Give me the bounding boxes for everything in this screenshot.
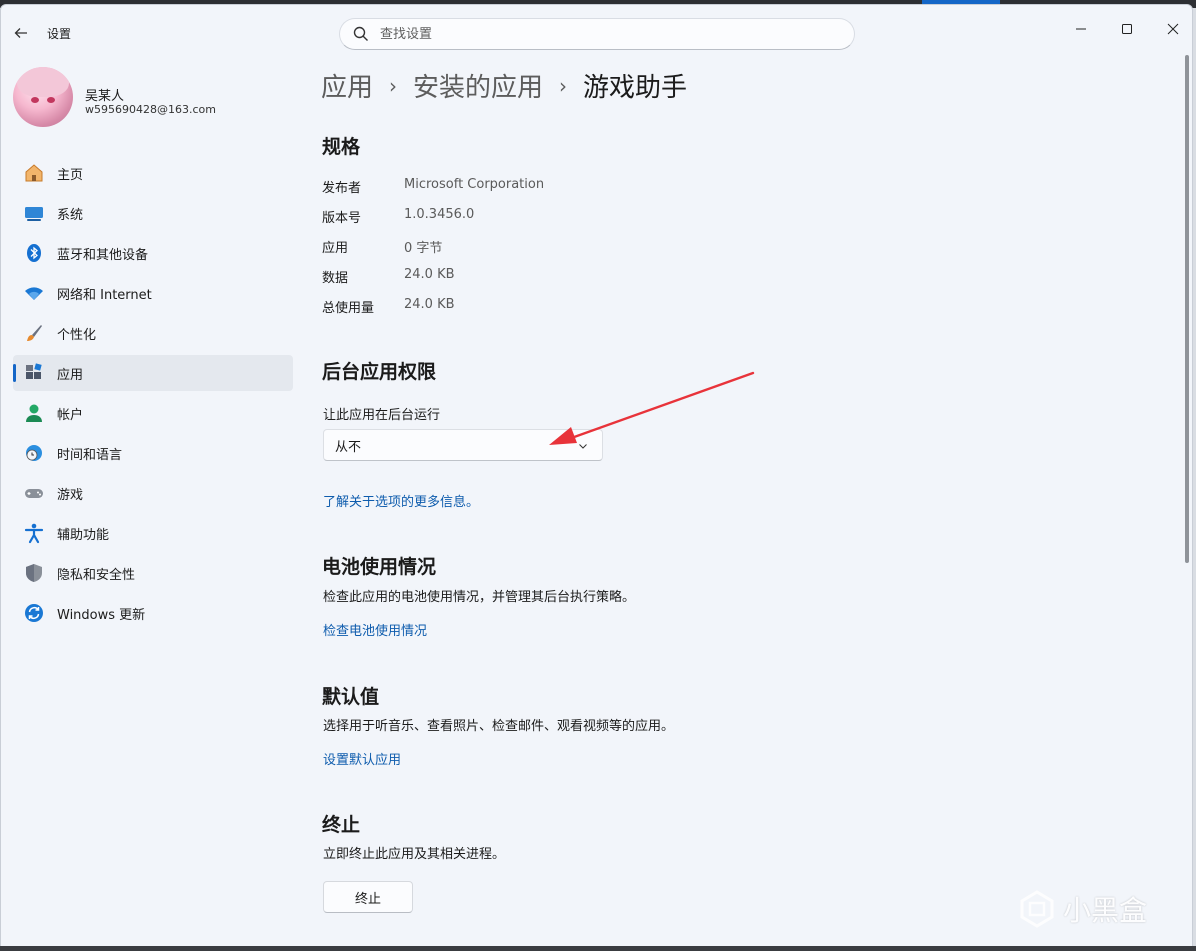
back-button[interactable]	[9, 21, 33, 45]
close-icon	[1167, 23, 1179, 35]
maximize-button[interactable]	[1104, 13, 1150, 45]
sidebar-item-label: Windows 更新	[57, 607, 146, 623]
clock-globe-icon	[23, 442, 45, 464]
chevron-down-icon	[579, 444, 587, 449]
breadcrumb-separator: ›	[559, 73, 568, 98]
breadcrumb-item-apps[interactable]: 应用	[321, 67, 373, 104]
page-title: 游戏助手	[583, 73, 688, 103]
back-arrow-icon	[14, 28, 27, 38]
update-icon	[23, 602, 45, 624]
brush-icon	[23, 322, 45, 344]
spec-row-data-size: 数据 24.0 KB	[322, 267, 455, 287]
gamepad-icon	[23, 482, 45, 504]
spec-row-version: 版本号 1.0.3456.0	[322, 207, 474, 227]
background-bottom-strip	[0, 946, 1196, 951]
bluetooth-icon	[23, 242, 45, 264]
sidebar-item-bluetooth[interactable]: 蓝牙和其他设备	[13, 235, 293, 271]
spec-key: 发布者	[322, 181, 362, 196]
maximize-icon	[1122, 24, 1132, 34]
search-icon	[353, 26, 368, 41]
scrollbar-thumb[interactable]	[1185, 55, 1189, 563]
settings-window: 设置 吴某人 w595690428@163.com 主页	[0, 4, 1193, 948]
user-name: 吴某人	[85, 89, 125, 104]
sidebar-item-label: 游戏	[57, 487, 84, 503]
sidebar-item-gaming[interactable]: 游戏	[13, 475, 293, 511]
sidebar-item-label: 系统	[57, 207, 84, 223]
background-run-label: 让此应用在后台运行	[323, 408, 441, 423]
watermark: 小黑盒	[1017, 889, 1147, 929]
set-default-apps-link[interactable]: 设置默认应用	[323, 749, 401, 768]
terminate-desc: 立即终止此应用及其相关进程。	[323, 847, 506, 862]
terminate-title: 终止	[322, 814, 361, 836]
battery-usage-title: 电池使用情况	[322, 556, 437, 578]
spec-key: 版本号	[322, 211, 362, 226]
system-icon	[23, 202, 45, 224]
shield-icon	[23, 562, 45, 584]
sidebar-item-network[interactable]: 网络和 Internet	[13, 275, 293, 311]
spec-key: 应用	[322, 241, 349, 256]
avatar[interactable]	[13, 67, 73, 127]
account-icon	[23, 402, 45, 424]
spec-key: 数据	[322, 271, 349, 286]
sidebar-item-label: 蓝牙和其他设备	[57, 247, 149, 263]
spec-row-publisher: 发布者 Microsoft Corporation	[322, 177, 544, 197]
sidebar-item-label: 主页	[57, 167, 84, 183]
spec-value: 24.0 KB	[404, 297, 455, 312]
sidebar-item-personalization[interactable]: 个性化	[13, 315, 293, 351]
sidebar-item-apps[interactable]: 应用	[13, 355, 293, 391]
breadcrumb-separator: ›	[389, 73, 398, 98]
watermark-logo-icon	[1020, 890, 1054, 928]
dropdown-selected-value: 从不	[335, 439, 362, 455]
breadcrumb-item-installed-apps[interactable]: 安装的应用	[413, 67, 543, 104]
breadcrumb: 应用 › 安装的应用 › 游戏助手	[321, 67, 687, 104]
sidebar-nav: 主页 系统 蓝牙和其他设备 网络和 Internet 个性化 应用 帐户 时间和…	[13, 155, 293, 635]
accessibility-icon	[23, 522, 45, 544]
apps-icon	[23, 362, 45, 384]
sidebar-item-label: 辅助功能	[57, 527, 110, 543]
sidebar-item-accessibility[interactable]: 辅助功能	[13, 515, 293, 551]
defaults-title: 默认值	[322, 686, 380, 708]
wifi-icon	[23, 282, 45, 304]
watermark-text: 小黑盒	[1063, 894, 1148, 927]
close-button[interactable]	[1150, 13, 1192, 45]
spec-value: 1.0.3456.0	[404, 207, 475, 222]
sidebar-item-label: 网络和 Internet	[57, 287, 152, 303]
search-input[interactable]	[380, 26, 820, 42]
sidebar-item-label: 个性化	[57, 327, 97, 343]
sidebar-item-windows-update[interactable]: Windows 更新	[13, 595, 293, 631]
spec-value: 24.0 KB	[404, 267, 455, 282]
user-email: w595690428@163.com	[85, 103, 216, 116]
spec-key: 总使用量	[322, 301, 375, 316]
battery-usage-desc: 检查此应用的电池使用情况，并管理其后台执行策略。	[323, 590, 636, 605]
sidebar-item-label: 隐私和安全性	[57, 567, 136, 583]
check-battery-link[interactable]: 检查电池使用情况	[323, 620, 427, 639]
background-permissions-title: 后台应用权限	[322, 361, 437, 383]
search-box[interactable]	[339, 18, 855, 50]
specs-title: 规格	[322, 136, 361, 158]
sidebar-item-accounts[interactable]: 帐户	[13, 395, 293, 431]
spec-row-total-size: 总使用量 24.0 KB	[322, 297, 455, 317]
sidebar-item-home[interactable]: 主页	[13, 155, 293, 191]
learn-more-link[interactable]: 了解关于选项的更多信息。	[323, 491, 479, 510]
sidebar-item-label: 时间和语言	[57, 447, 123, 463]
terminate-button[interactable]: 终止	[323, 881, 413, 913]
sidebar-item-privacy[interactable]: 隐私和安全性	[13, 555, 293, 591]
sidebar-item-label: 帐户	[57, 407, 84, 423]
minimize-icon	[1076, 28, 1086, 30]
spec-value: Microsoft Corporation	[404, 177, 545, 192]
spec-value: 0 字节	[404, 241, 443, 256]
minimize-button[interactable]	[1058, 13, 1104, 45]
background-run-dropdown[interactable]: 从不	[323, 429, 603, 461]
sidebar-item-time-language[interactable]: 时间和语言	[13, 435, 293, 471]
defaults-desc: 选择用于听音乐、查看照片、检查邮件、观看视频等的应用。	[323, 719, 675, 734]
app-title: 设置	[47, 27, 72, 41]
sidebar-item-system[interactable]: 系统	[13, 195, 293, 231]
home-icon	[23, 162, 45, 184]
spec-row-app-size: 应用 0 字节	[322, 237, 442, 257]
sidebar-item-label: 应用	[57, 367, 84, 383]
